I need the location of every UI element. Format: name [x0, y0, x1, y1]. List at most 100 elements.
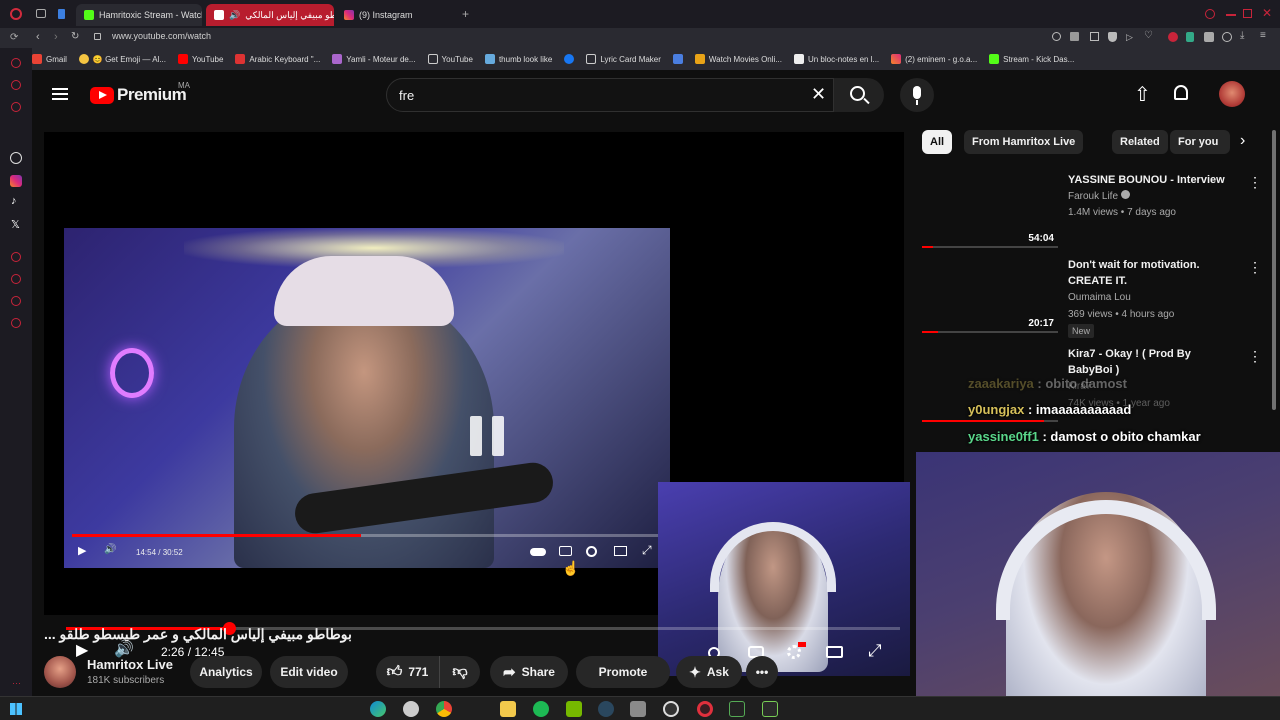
promote-button[interactable]: Promote: [576, 656, 670, 688]
rec-more-icon[interactable]: ⋮: [1248, 174, 1262, 191]
search-input[interactable]: fre ✕: [386, 78, 834, 112]
search-button[interactable]: [834, 78, 884, 112]
ext-settings-icon[interactable]: [1222, 32, 1232, 42]
terminal-icon[interactable]: [762, 701, 778, 717]
bookmark-facebook[interactable]: [558, 54, 580, 64]
nvidia-icon[interactable]: [566, 701, 582, 717]
ext-puzzle-icon[interactable]: [1204, 32, 1214, 42]
maximize-button[interactable]: [1243, 9, 1252, 18]
extensions-icon[interactable]: [1070, 32, 1079, 41]
logo-text[interactable]: Premium: [117, 85, 187, 105]
workspace-icon[interactable]: [36, 9, 46, 18]
url-field[interactable]: www.youtube.com/watch: [112, 31, 211, 41]
bookmark-get-emoji[interactable]: 😊 Get Emoji — Al...: [73, 54, 172, 64]
edit-video-button[interactable]: Edit video: [270, 656, 348, 688]
chatgpt-icon[interactable]: [10, 152, 22, 164]
messenger-icon[interactable]: [11, 80, 21, 90]
heart-icon[interactable]: ♡: [1144, 30, 1153, 41]
opera-taskbar-icon[interactable]: [697, 701, 713, 717]
sidebar-scrollbar[interactable]: [1272, 130, 1276, 410]
tab-list-icon[interactable]: [58, 9, 65, 19]
downloads-icon[interactable]: [11, 296, 21, 306]
analytics-button[interactable]: Analytics: [190, 656, 262, 688]
forward-icon[interactable]: ›: [54, 31, 58, 43]
bookmark-gmail[interactable]: Gmail: [26, 54, 73, 64]
monitor-icon[interactable]: [729, 701, 745, 717]
rec-more-icon[interactable]: ⋮: [1248, 259, 1262, 276]
bookmark-kick[interactable]: Stream - Kick Das...: [983, 54, 1080, 64]
recommendation-item[interactable]: 20:17 Don't wait for motivation. CREATE …: [922, 257, 1262, 338]
bookmark-watch-movies[interactable]: Watch Movies Onli...: [689, 54, 788, 64]
channel-avatar[interactable]: [44, 656, 76, 688]
chip-all[interactable]: All: [922, 130, 953, 154]
zoom-icon[interactable]: [1052, 32, 1061, 41]
video-player[interactable]: ▶ 🔊 14:54 / 30:52 ⤢ ▶ 🔊 2:26 / 12:45 ⤢: [44, 132, 910, 676]
history-icon[interactable]: [11, 274, 21, 284]
recommendation-item[interactable]: 54:04 YASSINE BOUNOU - Interview Farouk …: [922, 172, 1262, 250]
bookmark-youtube[interactable]: YouTube: [172, 54, 229, 64]
opera-logo-icon[interactable]: [10, 8, 22, 20]
chrome-icon[interactable]: [436, 701, 452, 717]
more-actions-button[interactable]: •••: [746, 656, 778, 688]
spotify-icon[interactable]: [533, 701, 549, 717]
tab-instagram[interactable]: (9) Instagram: [336, 4, 458, 26]
youtube-logo-icon[interactable]: [90, 87, 114, 104]
bookmark-youtube-2[interactable]: YouTube: [422, 54, 479, 64]
reload-sidebar-icon[interactable]: ⟳: [10, 32, 18, 43]
bookmark-bloc-notes[interactable]: Un bloc-notes en l...: [788, 54, 885, 64]
rec-thumbnail[interactable]: 54:04: [922, 172, 1058, 248]
rec-title[interactable]: YASSINE BOUNOU - Interview: [1068, 172, 1233, 188]
share-button[interactable]: ➦ Share: [490, 656, 568, 688]
bookmark-lyric-card[interactable]: Lyric Card Maker: [580, 54, 667, 64]
speaker-icon[interactable]: 🔊: [229, 10, 240, 21]
aria-icon[interactable]: [11, 58, 21, 68]
steam-icon[interactable]: [598, 701, 614, 717]
game-icon[interactable]: [630, 701, 646, 717]
notifications-bell-icon[interactable]: [1174, 85, 1188, 100]
file-explorer-icon[interactable]: [500, 701, 516, 717]
tiktok-icon[interactable]: ♪: [11, 195, 17, 207]
bookmark-docs[interactable]: [667, 54, 689, 64]
app-icon[interactable]: [403, 701, 419, 717]
tab-current-video[interactable]: 🔊 بوطاطو مبيفي إلياس المالكي: [206, 4, 334, 26]
instagram-sidebar-icon[interactable]: [10, 175, 22, 187]
close-window-button[interactable]: ✕: [1262, 6, 1272, 20]
chip-from-channel[interactable]: From Hamritox Live: [964, 130, 1084, 154]
sidebar-more-icon[interactable]: ···: [12, 678, 21, 688]
rec-channel[interactable]: Oumaima Lou: [1068, 292, 1131, 303]
hamburger-menu-icon[interactable]: [52, 85, 68, 103]
rec-thumbnail[interactable]: 20:17: [922, 257, 1058, 333]
chip-for-you[interactable]: For you: [1170, 130, 1230, 154]
ext-green-icon[interactable]: [1186, 32, 1194, 42]
account-avatar[interactable]: [1219, 81, 1245, 107]
edge-icon[interactable]: [370, 701, 386, 717]
ask-button[interactable]: ✦ Ask: [676, 656, 742, 688]
whatsapp-icon[interactable]: [11, 102, 21, 112]
rec-title[interactable]: Don't wait for motivation. CREATE IT.: [1068, 257, 1233, 289]
clear-search-icon[interactable]: ✕: [811, 84, 826, 105]
reload-icon[interactable]: ↻: [71, 31, 79, 42]
fullscreen-icon[interactable]: ⤢: [868, 641, 882, 661]
tab-hamritoxic-stream[interactable]: Hamritoxic Stream - Watch: [76, 4, 202, 26]
upload-icon[interactable]: ⇧: [1134, 82, 1151, 107]
back-icon[interactable]: ‹: [36, 31, 40, 43]
shield-icon[interactable]: [1108, 32, 1117, 42]
dislike-button[interactable]: 👎︎: [440, 656, 480, 688]
search-tabs-icon[interactable]: [1205, 9, 1215, 19]
rec-channel[interactable]: Farouk Life: [1068, 190, 1130, 202]
ext-red-icon[interactable]: [1168, 32, 1178, 42]
rec-more-icon[interactable]: ⋮: [1248, 348, 1262, 365]
obs-icon[interactable]: [663, 701, 679, 717]
voice-search-button[interactable]: [900, 78, 934, 112]
chips-next-icon[interactable]: ›: [1240, 132, 1245, 150]
new-tab-button[interactable]: +: [462, 7, 469, 21]
volume-icon[interactable]: 🔊: [114, 642, 134, 658]
chip-related[interactable]: Related: [1112, 130, 1168, 154]
miniplayer-icon[interactable]: [826, 646, 843, 658]
bookmark-thumb[interactable]: thumb look like: [479, 54, 558, 64]
snapshot-icon[interactable]: [1090, 32, 1099, 41]
download-icon[interactable]: ⤓: [1240, 30, 1244, 41]
pause-overlay-icon[interactable]: [470, 416, 506, 456]
channel-name[interactable]: Hamritox Live: [87, 657, 173, 672]
like-button[interactable]: 👍︎ 771: [376, 656, 440, 688]
